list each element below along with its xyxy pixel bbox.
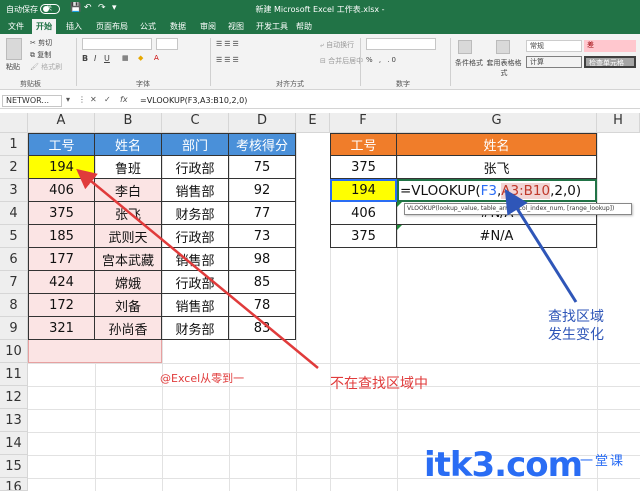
annotation-arrows (76, 168, 578, 369)
not-in-range-note: 不在查找区域中 (330, 376, 428, 392)
red-arrow (76, 168, 319, 369)
range-change-note: 查找区域 发生变化 (548, 308, 604, 344)
credit-text: @Excel从零到一 (160, 372, 245, 385)
watermark-cn: 一堂课 (580, 454, 626, 469)
range-change-line2: 发生变化 (548, 327, 604, 343)
watermark-logo: itk3.com (424, 445, 583, 485)
blue-arrow (504, 188, 578, 303)
range-change-line1: 查找区域 (548, 309, 604, 325)
